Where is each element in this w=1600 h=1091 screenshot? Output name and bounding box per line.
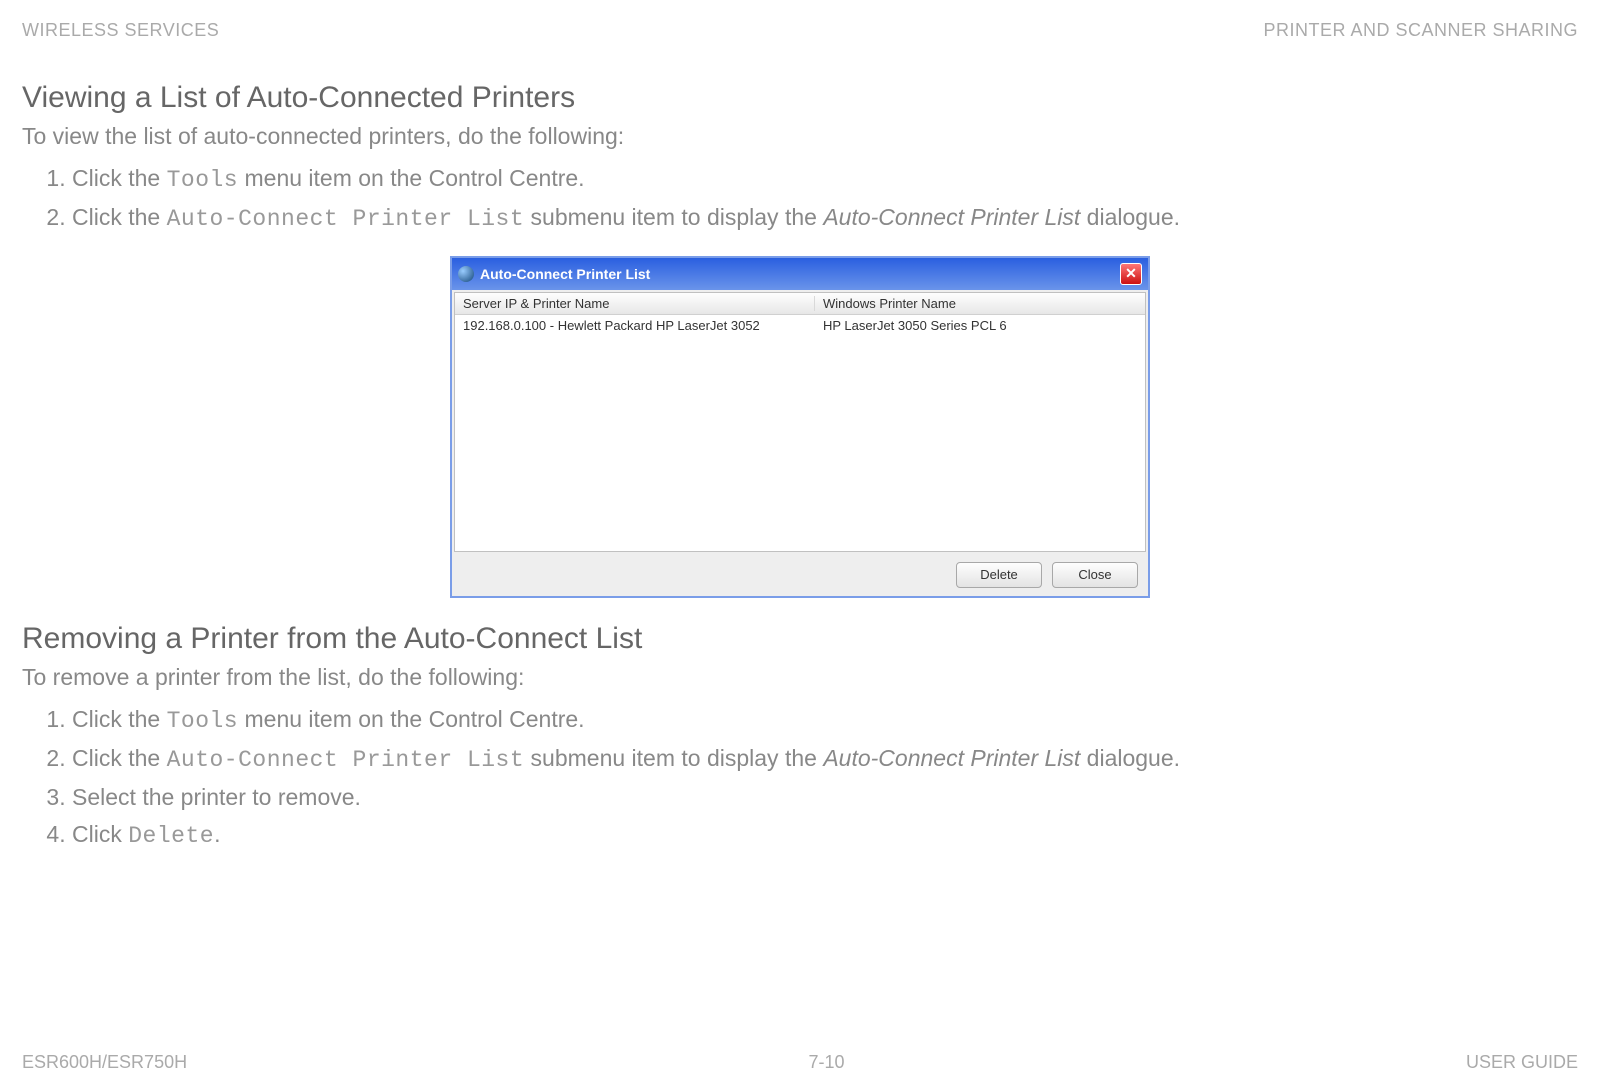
mono-text: Delete	[128, 823, 214, 849]
page-header: WIRELESS SERVICES PRINTER AND SCANNER SH…	[0, 0, 1600, 41]
dialog-button-row: Delete Close	[452, 554, 1148, 596]
cell-windows-printer: HP LaserJet 3050 Series PCL 6	[815, 318, 1145, 333]
mono-text: Auto-Connect Printer List	[167, 206, 525, 232]
section2-heading: Removing a Printer from the Auto-Connect…	[22, 622, 1578, 656]
page-content: Viewing a List of Auto-Connected Printer…	[0, 41, 1600, 855]
step-text: menu item on the Control Centre.	[238, 706, 584, 732]
titlebar-left: Auto-Connect Printer List	[458, 266, 650, 282]
close-button[interactable]: Close	[1052, 562, 1138, 588]
header-right: PRINTER AND SCANNER SHARING	[1263, 20, 1578, 41]
step-text: dialogue.	[1080, 204, 1180, 230]
step-text: .	[214, 821, 220, 847]
step-text: Click the	[72, 706, 167, 732]
list-item: Click the Auto-Connect Printer List subm…	[72, 740, 1578, 779]
app-icon	[458, 266, 474, 282]
step-text: Select the printer to remove.	[72, 784, 361, 810]
mono-text: Tools	[167, 708, 239, 734]
table-row[interactable]: 192.168.0.100 - Hewlett Packard HP Laser…	[455, 315, 1145, 335]
step-text: submenu item to display the	[524, 745, 823, 771]
dialog-titlebar: Auto-Connect Printer List ✕	[452, 258, 1148, 290]
section2-steps: Click the Tools menu item on the Control…	[50, 701, 1578, 855]
mono-text: Auto-Connect Printer List	[167, 747, 525, 773]
step-text: dialogue.	[1080, 745, 1180, 771]
step-text: Click the	[72, 745, 167, 771]
cell-server-printer: 192.168.0.100 - Hewlett Packard HP Laser…	[455, 318, 815, 333]
col-windows-printer-name[interactable]: Windows Printer Name	[815, 296, 1145, 311]
step-text: menu item on the Control Centre.	[238, 165, 584, 191]
footer-center: 7-10	[809, 1052, 845, 1073]
footer-right: USER GUIDE	[1466, 1052, 1578, 1073]
ital-text: Auto-Connect Printer List	[823, 745, 1080, 771]
mono-text: Tools	[167, 167, 239, 193]
printer-list-area: Server IP & Printer Name Windows Printer…	[454, 292, 1146, 552]
list-item: Click the Auto-Connect Printer List subm…	[72, 199, 1578, 238]
auto-connect-printer-list-dialog: Auto-Connect Printer List ✕ Server IP & …	[450, 256, 1150, 598]
step-text: Click the	[72, 204, 167, 230]
list-header: Server IP & Printer Name Windows Printer…	[455, 293, 1145, 315]
dialog-title: Auto-Connect Printer List	[480, 266, 650, 282]
dialog-figure: Auto-Connect Printer List ✕ Server IP & …	[22, 256, 1578, 598]
list-item: Select the printer to remove.	[72, 779, 1578, 816]
section1-intro: To view the list of auto-connected print…	[22, 123, 1578, 150]
header-left: WIRELESS SERVICES	[22, 20, 219, 41]
section1-steps: Click the Tools menu item on the Control…	[50, 160, 1578, 238]
ital-text: Auto-Connect Printer List	[823, 204, 1080, 230]
list-item: Click the Tools menu item on the Control…	[72, 701, 1578, 740]
step-text: submenu item to display the	[524, 204, 823, 230]
delete-button[interactable]: Delete	[956, 562, 1042, 588]
section1-heading: Viewing a List of Auto-Connected Printer…	[22, 81, 1578, 115]
list-item: Click the Tools menu item on the Control…	[72, 160, 1578, 199]
section2-intro: To remove a printer from the list, do th…	[22, 664, 1578, 691]
close-icon[interactable]: ✕	[1120, 263, 1142, 285]
page-footer: ESR600H/ESR750H 7-10 USER GUIDE	[22, 1052, 1578, 1073]
footer-left: ESR600H/ESR750H	[22, 1052, 187, 1073]
col-server-ip-printer-name[interactable]: Server IP & Printer Name	[455, 296, 815, 311]
step-text: Click	[72, 821, 128, 847]
step-text: Click the	[72, 165, 167, 191]
list-item: Click Delete.	[72, 816, 1578, 855]
